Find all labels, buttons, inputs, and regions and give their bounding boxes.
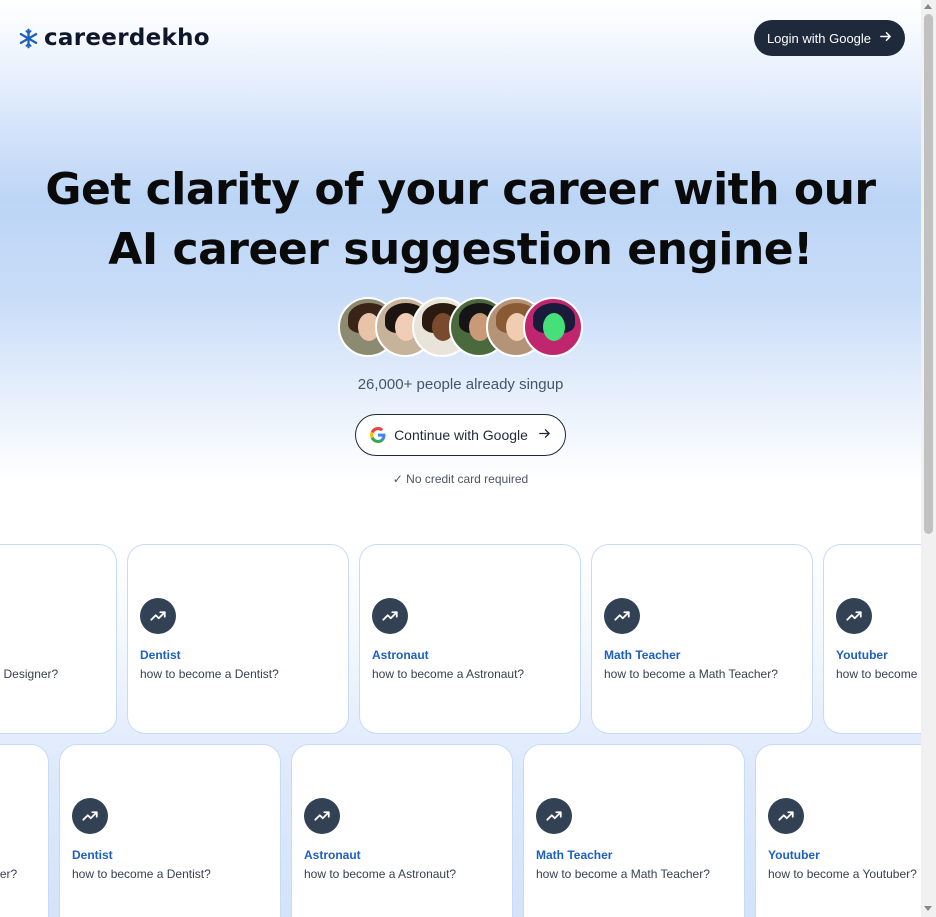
career-card[interactable]: how to become a Web Designer? <box>0 744 49 917</box>
scroll-up-arrow-icon[interactable] <box>924 4 932 9</box>
snowflake-logo-icon <box>19 28 38 48</box>
trending-up-icon <box>372 598 408 634</box>
trending-up-icon <box>536 798 572 834</box>
career-card[interactable]: Dentist how to become a Dentist? <box>59 744 281 917</box>
career-card-title: Youtuber <box>836 648 888 662</box>
career-card[interactable]: Dentist how to become a Dentist? <box>127 544 349 734</box>
career-card[interactable]: Youtuber how to become a Youtuber? <box>755 744 921 917</box>
career-card-title: Math Teacher <box>604 648 681 662</box>
login-with-google-button[interactable]: Login with Google <box>754 20 905 56</box>
career-card-subtitle: how to become a Dentist? <box>72 867 211 881</box>
avatar-group <box>338 297 583 357</box>
avatar-neon <box>523 297 583 357</box>
headline-line-1: Get clarity of your career with our <box>45 164 876 215</box>
career-card[interactable]: Youtuber how to become a Youtuber? <box>823 544 921 734</box>
continue-button-label: Continue with Google <box>394 427 528 443</box>
page: careerdekho Login with Google Get clarit… <box>0 0 921 917</box>
scrollbar-thumb[interactable] <box>924 14 933 534</box>
career-card-title: Astronaut <box>304 848 361 862</box>
continue-with-google-button[interactable]: Continue with Google <box>355 414 566 456</box>
career-card-subtitle: how to become a Web Designer? <box>0 867 18 881</box>
career-card-title: Youtuber <box>768 848 820 862</box>
arrow-right-icon <box>879 30 892 46</box>
vertical-scrollbar[interactable] <box>921 0 936 917</box>
trending-up-icon <box>72 798 108 834</box>
career-card-subtitle: how to become a Astronaut? <box>304 867 457 881</box>
headline-line-2: AI career suggestion engine! <box>108 224 813 275</box>
career-card[interactable]: Math Teacher how to become a Math Teache… <box>591 544 813 734</box>
career-card-subtitle: how to become a Youtuber? <box>836 667 921 681</box>
career-card[interactable]: Astronaut how to become a Astronaut? <box>359 544 581 734</box>
scroll-down-arrow-icon[interactable] <box>924 906 932 911</box>
career-card-subtitle: how to become a Dentist? <box>140 667 279 681</box>
career-card-title: Math Teacher <box>536 848 613 862</box>
career-card-subtitle: how to become a Math Teacher? <box>604 667 778 681</box>
no-credit-card-note: ✓ No credit card required <box>392 472 529 486</box>
trending-up-icon <box>140 598 176 634</box>
trending-up-icon <box>836 598 872 634</box>
hero-headline: Get clarity of your career with our AI c… <box>0 160 921 280</box>
login-button-label: Login with Google <box>766 30 872 46</box>
career-card-title: Astronaut <box>372 648 429 662</box>
career-card-title: Dentist <box>140 648 181 662</box>
career-card-subtitle: how to become a Youtuber? <box>768 867 917 881</box>
logo[interactable]: careerdekho <box>18 25 210 51</box>
trending-up-icon <box>304 798 340 834</box>
career-card[interactable]: Astronaut how to become a Astronaut? <box>291 744 513 917</box>
trending-up-icon <box>768 798 804 834</box>
logo-text: careerdekho <box>44 25 210 51</box>
signup-count: 26,000+ people already singup <box>357 376 564 393</box>
career-card-subtitle: how to become a Math Teacher? <box>536 867 710 881</box>
google-icon <box>370 427 386 443</box>
arrow-right-icon <box>538 427 551 443</box>
career-card-title: Dentist <box>72 848 113 862</box>
career-card[interactable]: Math Teacher how to become a Math Teache… <box>523 744 745 917</box>
career-card-subtitle: how to become a Astronaut? <box>372 667 525 681</box>
career-card[interactable]: how to become a Web Designer? <box>0 544 117 734</box>
career-card-subtitle: how to become a Web Designer? <box>0 667 59 681</box>
trending-up-icon <box>604 598 640 634</box>
